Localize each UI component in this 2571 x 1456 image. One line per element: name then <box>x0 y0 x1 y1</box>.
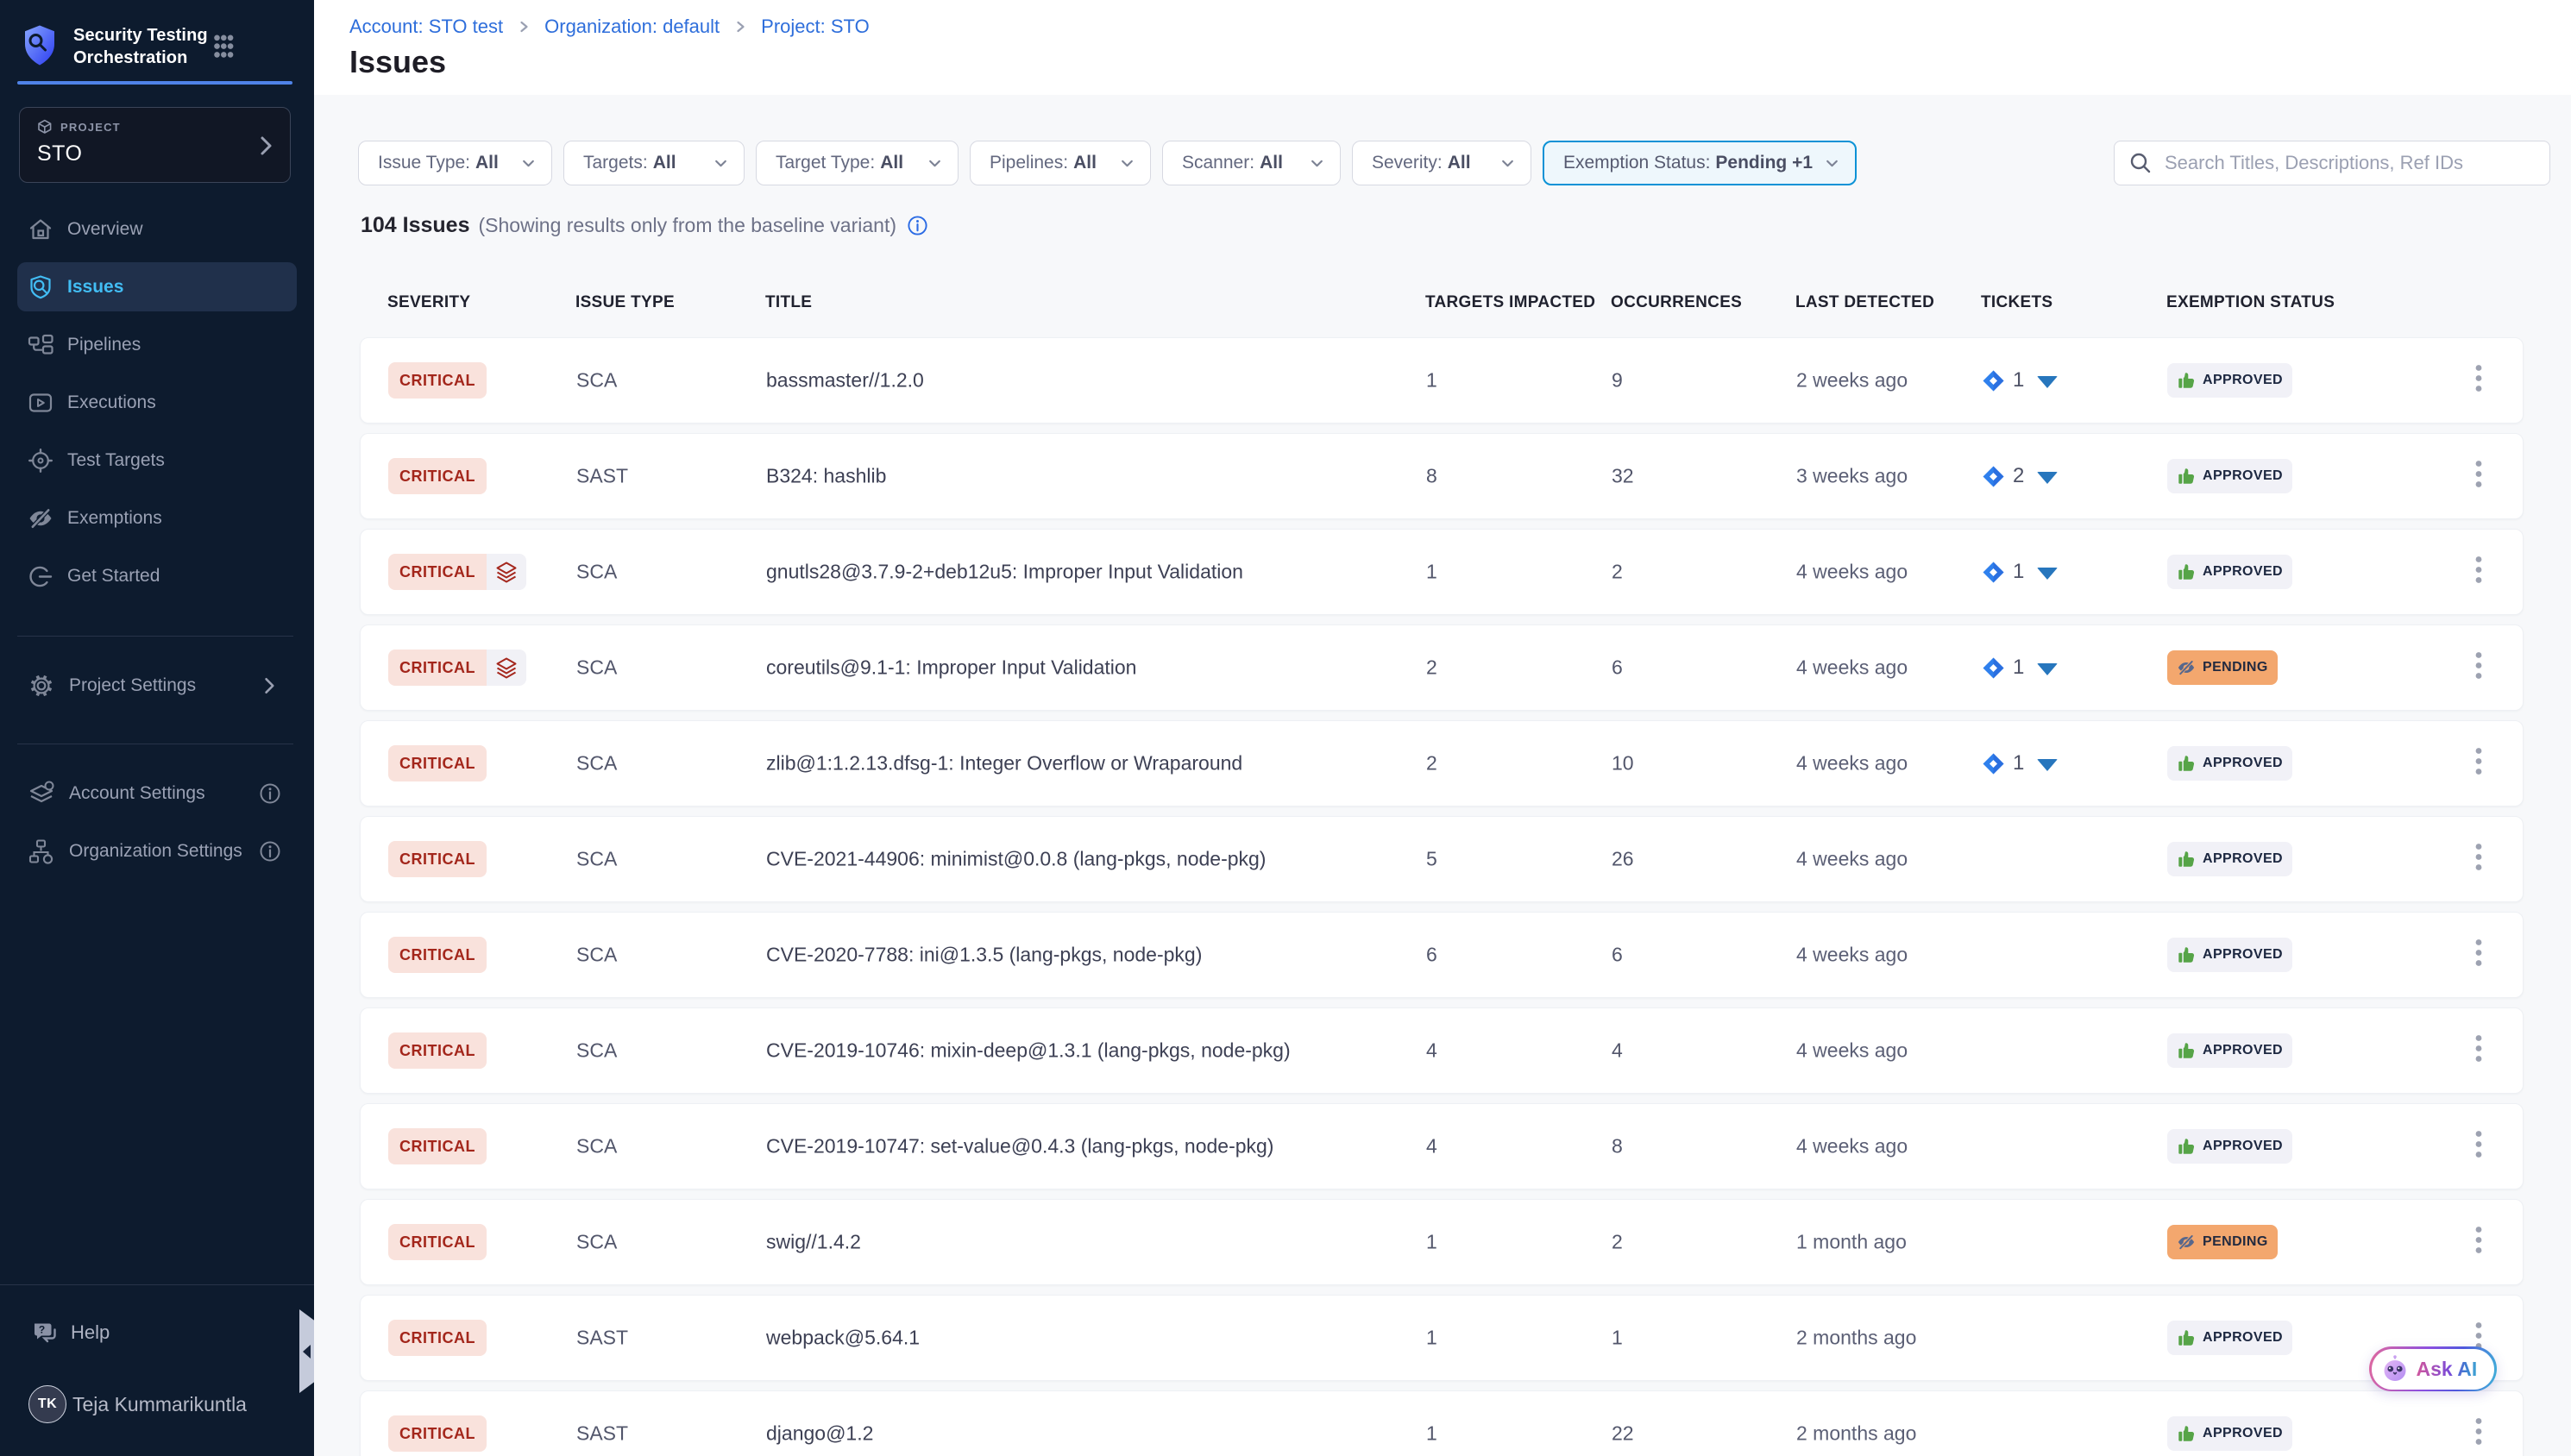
svg-text:?: ? <box>39 1324 45 1336</box>
